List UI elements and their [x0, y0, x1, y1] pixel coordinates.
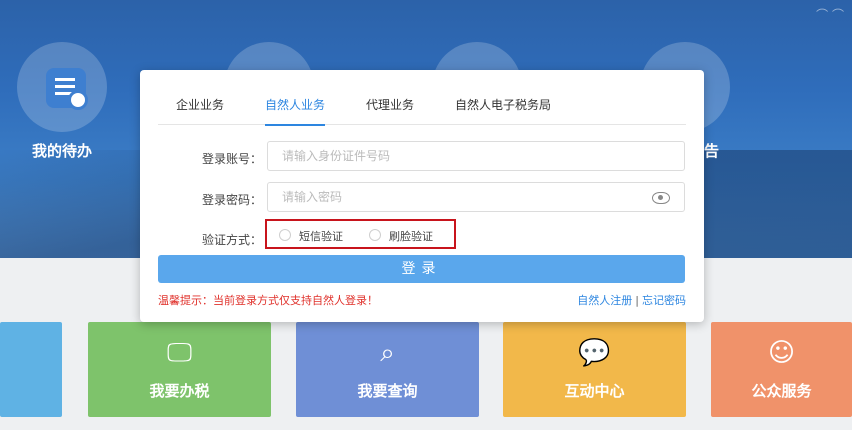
chat-icon: 💬	[578, 338, 611, 368]
tab-enterprise[interactable]: 企业业务	[176, 96, 224, 124]
corner-decoration: ⌒ ⌒	[816, 8, 844, 22]
eye-icon[interactable]	[652, 192, 670, 204]
register-link[interactable]: 自然人注册	[577, 294, 632, 307]
radio-sms-label[interactable]: 短信验证	[299, 228, 343, 244]
login-button[interactable]: 登录	[158, 255, 685, 283]
todo-icon	[46, 68, 88, 110]
report-label: 告	[704, 142, 720, 160]
password-label: 登录密码：	[202, 193, 263, 207]
verify-label: 验证方式：	[202, 233, 263, 247]
monitor-icon: 🖵	[166, 338, 193, 368]
radio-face-label[interactable]: 刷脸验证	[389, 228, 433, 244]
tile-query-label: 我要查询	[357, 382, 418, 400]
tile-interaction[interactable]: 💬 互动中心	[503, 322, 686, 417]
verify-options-highlight: 短信验证 刷脸验证	[265, 219, 456, 249]
login-tabs: 企业业务 自然人业务 代理业务 自然人电子税务局	[158, 94, 686, 126]
footer-links: 自然人注册 | 忘记密码	[577, 292, 686, 308]
password-placeholder: 请输入密码	[282, 190, 343, 204]
radio-sms[interactable]	[279, 229, 291, 241]
hint-text: 温馨提示：当前登录方式仅支持自然人登录！	[158, 294, 378, 307]
forgot-password-link[interactable]: 忘记密码	[642, 294, 686, 307]
account-label: 登录账号：	[202, 152, 263, 166]
tile-query[interactable]: ⌕ 我要查询	[296, 322, 479, 417]
tab-natural-person[interactable]: 自然人业务	[265, 96, 326, 126]
tile-tax[interactable]: 🖵 我要办税	[88, 322, 271, 417]
password-input[interactable]: 请输入密码	[267, 182, 685, 212]
tile-tax-label: 我要办税	[149, 382, 210, 400]
tile-partial[interactable]	[0, 322, 62, 417]
tile-public-label: 公众服务	[751, 382, 812, 400]
search-doc-icon: ⌕	[380, 338, 395, 368]
radio-face[interactable]	[369, 229, 381, 241]
tile-interaction-label: 互动中心	[564, 382, 625, 400]
tab-e-tax-bureau[interactable]: 自然人电子税务局	[455, 96, 551, 124]
person-icon: ☺	[767, 338, 796, 368]
account-input[interactable]: 请输入身份证件号码	[267, 141, 685, 171]
link-separator: |	[635, 294, 639, 307]
tab-agent[interactable]: 代理业务	[366, 96, 414, 124]
tile-public[interactable]: ☺ 公众服务	[711, 322, 852, 417]
login-modal: 企业业务 自然人业务 代理业务 自然人电子税务局 登录账号： 请输入身份证件号码…	[140, 70, 704, 322]
todo-label: 我的待办	[32, 142, 93, 160]
